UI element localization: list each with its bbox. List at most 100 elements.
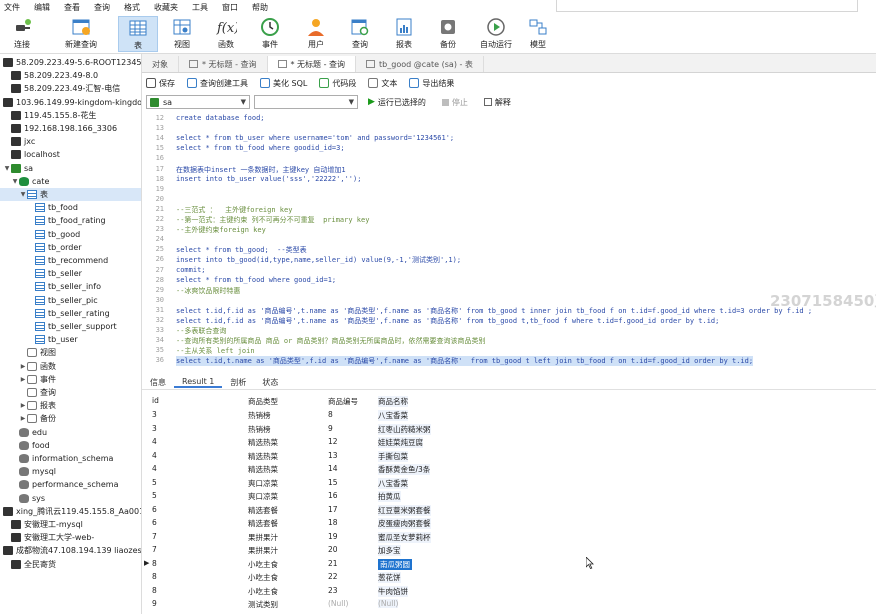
collapse-arrow-icon[interactable]: ▶	[19, 402, 27, 409]
menu-item[interactable]: 查看	[64, 2, 80, 13]
table-row[interactable]: 4 精选热菜 14 香酥黄金鱼/3条	[142, 462, 876, 475]
table-row[interactable]: 8 小吃主食 22 葱花饼	[142, 570, 876, 583]
table-cell[interactable]: 21	[328, 559, 338, 568]
table-row[interactable]: 3 热销榜 8 八宝香菜	[142, 408, 876, 421]
collapse-arrow-icon[interactable]: ▶	[19, 415, 27, 422]
table-row[interactable]: 7 果拼果汁 19 蜜瓜圣女萝莉杯	[142, 530, 876, 543]
tree-node[interactable]: mysql	[0, 465, 141, 478]
result-tab[interactable]: Result 1	[174, 377, 223, 388]
toolbar-button-user[interactable]: 用户	[296, 16, 336, 52]
tree-node[interactable]: xing_腾讯云119.45.155.8_Aa00112	[0, 505, 141, 518]
table-cell[interactable]: 八宝香菜	[378, 410, 408, 421]
editor-tab[interactable]: * 无标题 - 查询	[179, 56, 268, 72]
explain-button[interactable]: 解释	[483, 97, 511, 108]
table-cell[interactable]: 5	[152, 491, 157, 500]
table-cell[interactable]: 蜜瓜圣女萝莉杯	[378, 531, 431, 543]
tree-node[interactable]: tb_food	[0, 201, 141, 214]
toolbar-button-query[interactable]: 查询	[340, 16, 380, 52]
tree-node[interactable]: tb_seller_rating	[0, 307, 141, 320]
tree-node[interactable]: ▼ cate	[0, 175, 141, 188]
tree-node[interactable]: 58.209.223.49-5.6-ROOT123456	[0, 56, 141, 69]
table-cell[interactable]: 红枣山药糙米粥	[378, 423, 431, 435]
database-select[interactable]: ▼	[254, 95, 358, 109]
tree-node[interactable]: tb_seller_pic	[0, 294, 141, 307]
toolbar-button-backup[interactable]: 备份	[428, 16, 468, 52]
tree-node[interactable]: edu	[0, 426, 141, 439]
toolbar-button-connection[interactable]: 连接	[4, 16, 40, 52]
tree-node[interactable]: 103.96.149.99-kingdom-kingdom	[0, 96, 141, 109]
table-row[interactable]: 7 果拼果汁 20 加多宝	[142, 543, 876, 556]
tree-node[interactable]: food	[0, 439, 141, 452]
tree-node[interactable]: 192.168.198.166_3306	[0, 122, 141, 135]
table-row[interactable]: 8 小吃主食 23 牛肉馅饼	[142, 584, 876, 597]
tree-node[interactable]: ▶ 备份	[0, 412, 141, 425]
table-row[interactable]: ▶ 8 小吃主食 21 南瓜粥圆	[142, 557, 876, 570]
table-cell[interactable]: 4	[152, 437, 157, 446]
tree-node[interactable]: ▼ 表	[0, 188, 141, 201]
table-cell[interactable]: 18	[328, 518, 338, 527]
table-cell[interactable]: 22	[328, 572, 338, 581]
tree-node[interactable]: sys	[0, 492, 141, 505]
toolbar-button-function[interactable]: f(x) 函数	[206, 16, 246, 52]
toolbar-button-auto-run[interactable]: 自动运行	[474, 16, 518, 52]
tree-node[interactable]: tb_food_rating	[0, 214, 141, 227]
tree-node[interactable]: 查询	[0, 386, 141, 399]
run-selected-button[interactable]: ▶ 运行已选择的	[368, 97, 426, 108]
tree-node[interactable]: tb_seller_info	[0, 280, 141, 293]
table-cell[interactable]: 4	[152, 451, 157, 460]
tree-node[interactable]: tb_seller_support	[0, 320, 141, 333]
editor-tab[interactable]: tb_good @cate (sa) - 表	[356, 56, 484, 72]
menu-item[interactable]: 窗口	[222, 2, 238, 13]
expand-arrow-icon[interactable]: ▼	[3, 165, 11, 172]
toolbar-button-report[interactable]: 报表	[384, 16, 424, 52]
tree-node[interactable]: 58.209.223.49-8.0	[0, 69, 141, 82]
tree-node[interactable]: 58.209.223.49-汇智-电信	[0, 82, 141, 95]
table-cell[interactable]: 9	[152, 599, 157, 608]
table-cell[interactable]: 14	[328, 464, 338, 473]
table-row[interactable]: 6 精选套餐 18 皮蛋瘦肉粥套餐	[142, 516, 876, 529]
table-cell[interactable]: 8	[152, 559, 157, 568]
menu-item[interactable]: 文件	[4, 2, 20, 13]
table-cell[interactable]: 19	[328, 532, 338, 541]
menu-item[interactable]: 工具	[192, 2, 208, 13]
table-cell[interactable]: 15	[328, 478, 338, 487]
table-row[interactable]: 4 精选热菜 12 娃娃菜炖豆腐	[142, 435, 876, 448]
stop-button[interactable]: 停止	[441, 97, 468, 108]
tree-node[interactable]: tb_user	[0, 333, 141, 346]
table-cell[interactable]: 小吃主食	[248, 586, 278, 597]
table-cell[interactable]: 果拼果汁	[248, 545, 278, 556]
tree-node[interactable]: ▶ 报表	[0, 399, 141, 412]
table-cell[interactable]: 热销榜	[248, 424, 271, 435]
table-cell[interactable]: 小吃主食	[248, 559, 278, 570]
editor-tab[interactable]: 对象	[142, 56, 179, 72]
result-tab[interactable]: 信息	[142, 377, 174, 388]
table-row[interactable]: 6 精选套餐 17 红豆薏米粥套餐	[142, 503, 876, 516]
tree-node[interactable]: localhost	[0, 148, 141, 161]
tree-node[interactable]: 全民寄货	[0, 558, 141, 571]
table-cell[interactable]: 葱花饼	[378, 572, 401, 583]
table-cell[interactable]: 精选套餐	[248, 518, 278, 529]
result-tab[interactable]: 状态	[254, 377, 286, 388]
collapse-arrow-icon[interactable]: ▶	[19, 363, 27, 370]
table-cell[interactable]: 7	[152, 532, 157, 541]
table-cell[interactable]: 9	[328, 424, 333, 433]
table-cell[interactable]: 8	[152, 572, 157, 581]
table-cell[interactable]: 娃娃菜炖豆腐	[378, 437, 423, 448]
tree-node[interactable]: ▶ 事件	[0, 373, 141, 386]
table-cell[interactable]: 牛肉馅饼	[378, 585, 408, 597]
menu-item[interactable]: 帮助	[252, 2, 268, 13]
tree-node[interactable]: performance_schema	[0, 478, 141, 491]
table-cell[interactable]: 测试类别	[248, 599, 278, 610]
table-row[interactable]: 9 测试类别 (Null) (Null)	[142, 597, 876, 610]
tree-node[interactable]: 视图	[0, 346, 141, 359]
column-header[interactable]: 商品类型	[248, 396, 278, 407]
query-toolbar-button[interactable]: 文本	[368, 78, 397, 89]
table-row[interactable]: 3 热销榜 9 红枣山药糙米粥	[142, 422, 876, 435]
column-header[interactable]: 商品编号	[328, 396, 358, 407]
table-cell[interactable]: 3	[152, 410, 157, 419]
tree-node[interactable]: ▶ 函数	[0, 360, 141, 373]
table-cell[interactable]: 8	[152, 586, 157, 595]
table-cell[interactable]: 5	[152, 478, 157, 487]
table-row[interactable]: 5 爽口凉菜 16 拍黄瓜	[142, 489, 876, 502]
query-toolbar-button[interactable]: 导出结果	[409, 78, 454, 89]
